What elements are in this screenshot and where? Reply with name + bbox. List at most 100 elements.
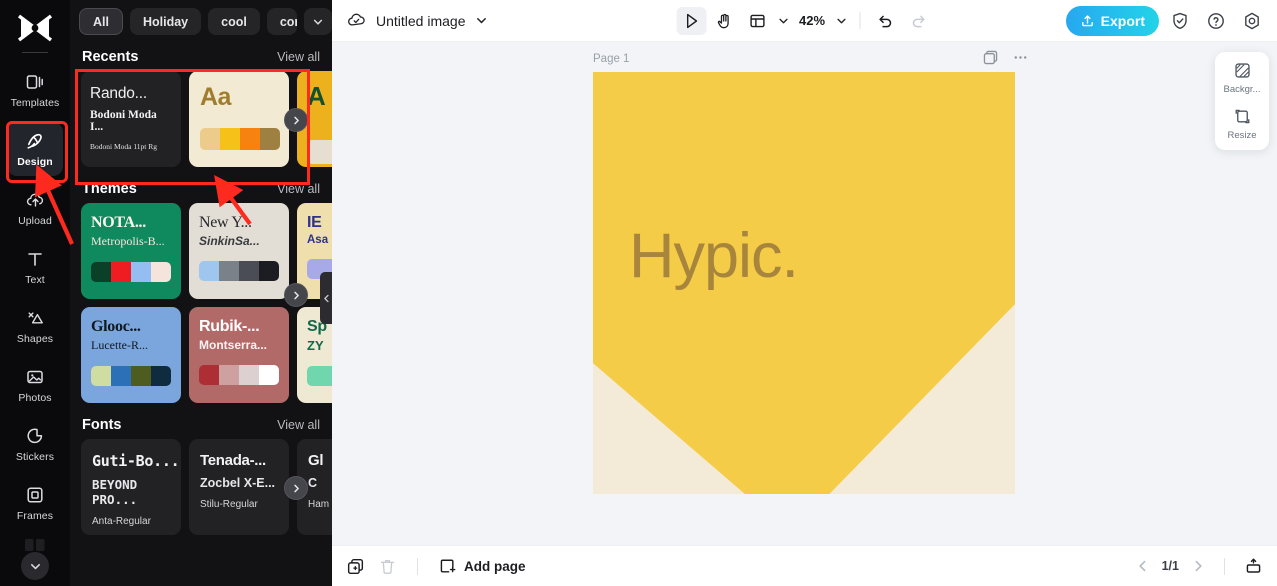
color-swatches <box>307 366 332 386</box>
zoom-level-value[interactable]: 42% <box>794 13 830 28</box>
undo-icon <box>876 12 894 30</box>
sidebar-item-text[interactable]: Text <box>7 240 63 294</box>
filter-chip-holiday[interactable]: Holiday <box>129 8 202 35</box>
duplicate-page-icon[interactable] <box>982 49 999 66</box>
sidebar-item-shapes[interactable]: Shapes <box>7 299 63 353</box>
sidebar-item-stickers[interactable]: Stickers <box>7 417 63 471</box>
theme-card-font: SinkinSa... <box>199 234 260 248</box>
frames-icon <box>24 484 46 506</box>
redo-button[interactable] <box>903 7 933 35</box>
theme-card-font: ZY <box>307 338 324 353</box>
fonts-carousel-next-button[interactable] <box>284 476 308 500</box>
background-pattern-icon <box>1233 61 1252 80</box>
resize-button-label: Resize <box>1227 130 1257 141</box>
top-toolbar: Untitled image 42% Export <box>332 0 1277 42</box>
stickers-icon <box>24 425 46 447</box>
cursor-arrow-icon <box>682 12 700 30</box>
font-card[interactable]: Guti-Bo... BEYOND PRO... Anta-Regular <box>81 439 181 535</box>
design-canvas[interactable]: Hypic. <box>593 72 1015 494</box>
sidebar-item-label: Design <box>17 156 53 168</box>
theme-card[interactable]: Glooc... Lucette-R... <box>81 307 181 403</box>
export-button-label: Export <box>1100 12 1145 29</box>
page-tools-group <box>982 49 1029 66</box>
color-swatches <box>307 140 332 164</box>
present-button[interactable] <box>1244 557 1263 576</box>
shield-check-icon <box>1170 11 1190 31</box>
font-card-name: Ham <box>308 499 330 510</box>
themes-carousel-next-button[interactable] <box>284 283 308 307</box>
chevron-down-icon[interactable] <box>475 14 488 27</box>
capcut-logo-icon[interactable] <box>12 10 58 46</box>
resize-button[interactable]: Resize <box>1215 107 1269 141</box>
chevron-down-icon <box>29 560 42 573</box>
font-card-sample: C <box>308 476 318 490</box>
background-button[interactable]: Backgr... <box>1215 61 1269 95</box>
sidebar-item-design[interactable]: Design <box>7 122 63 176</box>
gear-icon <box>1242 11 1262 31</box>
filter-chip-row: All Holiday cool concise <box>70 0 332 43</box>
background-button-label: Backgr... <box>1223 84 1261 95</box>
recents-card[interactable]: Aa <box>189 71 289 167</box>
color-swatches <box>91 262 171 282</box>
add-page-label: Add page <box>464 558 526 574</box>
layout-tool-button[interactable] <box>742 7 772 35</box>
canvas-stage[interactable]: Page 1 Hypic. Backgr... Resize <box>332 42 1277 545</box>
filter-chip-all[interactable]: All <box>79 8 123 35</box>
sidebar-item-label: Stickers <box>15 451 55 463</box>
theme-card[interactable]: Rubik-... Montserra... <box>189 307 289 403</box>
document-title[interactable]: Untitled image <box>376 13 466 29</box>
layout-dropdown-button[interactable] <box>775 8 791 34</box>
sidebar-item-upload[interactable]: Upload <box>7 181 63 235</box>
filter-chip-cool[interactable]: cool <box>208 8 260 35</box>
recents-view-all-link[interactable]: View all <box>277 50 320 64</box>
recents-section-header: Recents View all <box>70 43 332 71</box>
chevron-down-icon <box>312 16 324 28</box>
canvas-headline-text[interactable]: Hypic. <box>629 220 799 292</box>
theme-card-title: IE <box>307 214 322 231</box>
themes-card-row-2: Glooc... Lucette-R... Rubik-... Montserr… <box>70 307 332 403</box>
settings-button[interactable] <box>1237 6 1267 36</box>
help-button[interactable] <box>1201 6 1231 36</box>
font-card-sample: Zocbel X-E... <box>200 476 276 490</box>
photos-icon <box>24 366 46 388</box>
recents-carousel-next-button[interactable] <box>284 108 308 132</box>
zoom-dropdown-button[interactable] <box>833 8 849 34</box>
theme-card[interactable]: NOTA... Metropolis-B... <box>81 203 181 299</box>
font-card[interactable]: Tenada-... Zocbel X-E... Stilu-Regular <box>189 439 289 535</box>
toolbar-center-group: 42% <box>675 6 933 35</box>
font-card-name: Anta-Regular <box>92 516 151 527</box>
next-page-button[interactable] <box>1191 559 1205 573</box>
shield-check-button[interactable] <box>1165 6 1195 36</box>
cloud-saved-icon[interactable] <box>346 10 367 31</box>
fonts-view-all-link[interactable]: View all <box>277 418 320 432</box>
sidebar-item-label: Templates <box>10 97 60 109</box>
page-indicator: 1/1 <box>1161 559 1179 573</box>
sidebar-item-photos[interactable]: Photos <box>7 358 63 412</box>
recents-card[interactable]: Rando... Bodoni Moda I... Bodoni Moda 11… <box>81 71 181 167</box>
font-card-name: Stilu-Regular <box>200 499 258 510</box>
add-page-button[interactable]: Add page <box>438 557 526 576</box>
more-horizontal-icon[interactable] <box>1012 49 1029 66</box>
sidebar-expand-button[interactable] <box>21 552 49 580</box>
duplicate-icon[interactable] <box>346 557 365 576</box>
filter-chip-concise[interactable]: concise <box>266 8 297 35</box>
panel-collapse-handle[interactable] <box>320 272 332 324</box>
undo-button[interactable] <box>870 7 900 35</box>
select-tool-button[interactable] <box>675 6 706 35</box>
prev-page-button[interactable] <box>1136 559 1150 573</box>
sidebar-item-templates[interactable]: Templates <box>7 63 63 117</box>
hand-tool-button[interactable] <box>709 7 739 35</box>
toolbar-left-group: Untitled image <box>346 10 488 31</box>
sidebar-item-frames[interactable]: Frames <box>7 476 63 530</box>
chevron-left-icon <box>322 293 331 304</box>
theme-card-font: Asa <box>307 234 329 246</box>
font-card-title: Gl <box>308 452 324 469</box>
themes-view-all-link[interactable]: View all <box>277 182 320 196</box>
theme-card-title: Glooc... <box>91 318 141 335</box>
export-button[interactable]: Export <box>1065 5 1159 36</box>
themes-card-row-1: NOTA... Metropolis-B... New Y... SinkinS… <box>70 203 332 307</box>
filter-chips-expand-button[interactable] <box>304 8 332 35</box>
trash-icon[interactable] <box>378 557 397 576</box>
recents-card-title: Rando... <box>90 85 147 102</box>
theme-card[interactable]: New Y... SinkinSa... <box>189 203 289 299</box>
